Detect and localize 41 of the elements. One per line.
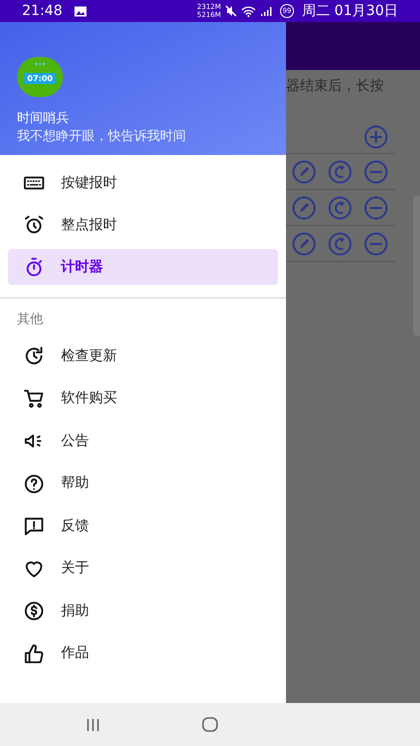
menu-item[interactable]: 关于: [8, 550, 278, 587]
menu-item[interactable]: 作品: [8, 636, 278, 672]
app-title: 时间哨兵: [17, 110, 70, 128]
menu-item[interactable]: 反馈: [8, 508, 278, 544]
app-subtitle: 我不想睁开眼，快告诉我时间: [17, 128, 187, 146]
date-text: 周二 01月30日: [302, 2, 398, 20]
remove-icon[interactable]: [364, 160, 388, 184]
thumbs-up-icon: [23, 642, 45, 665]
edit-icon[interactable]: [292, 196, 316, 220]
menu-item[interactable]: 计时器: [8, 249, 278, 285]
edit-icon[interactable]: [292, 232, 316, 256]
hint-text: 器结束后，长按: [286, 77, 385, 96]
history-icon: [23, 345, 45, 368]
restart-icon[interactable]: [328, 160, 352, 184]
dollar-icon: [23, 600, 45, 622]
menu-item[interactable]: 帮助: [8, 466, 278, 502]
menu-item[interactable]: 整点报时: [8, 207, 278, 243]
section-title: 其他: [16, 311, 44, 329]
menu-item[interactable]: 捐助: [8, 593, 278, 630]
restart-icon[interactable]: [328, 196, 352, 220]
cart-icon: [23, 388, 45, 410]
clock-time: 21:48: [22, 2, 62, 20]
menu-item[interactable]: 公告: [8, 423, 278, 460]
signal-icon: [260, 6, 272, 16]
restart-icon[interactable]: [328, 232, 352, 256]
alarm-clock-icon: [23, 214, 45, 236]
add-icon[interactable]: [364, 125, 388, 149]
help-icon: [23, 472, 45, 495]
remove-icon[interactable]: [364, 196, 388, 220]
menu-item[interactable]: 按键报时: [8, 165, 278, 201]
logo-time: 07:00: [24, 73, 56, 84]
recent-apps-icon[interactable]: [86, 718, 100, 732]
edit-icon[interactable]: [292, 160, 316, 184]
menu-item[interactable]: 检查更新: [8, 338, 278, 374]
wifi-icon: [240, 6, 256, 16]
home-icon[interactable]: [202, 717, 218, 732]
remove-icon[interactable]: [364, 232, 388, 256]
image-icon: [74, 6, 88, 16]
menu-item[interactable]: 软件购买: [8, 380, 278, 417]
mute-icon: [224, 5, 237, 17]
feedback-icon: [23, 515, 45, 538]
